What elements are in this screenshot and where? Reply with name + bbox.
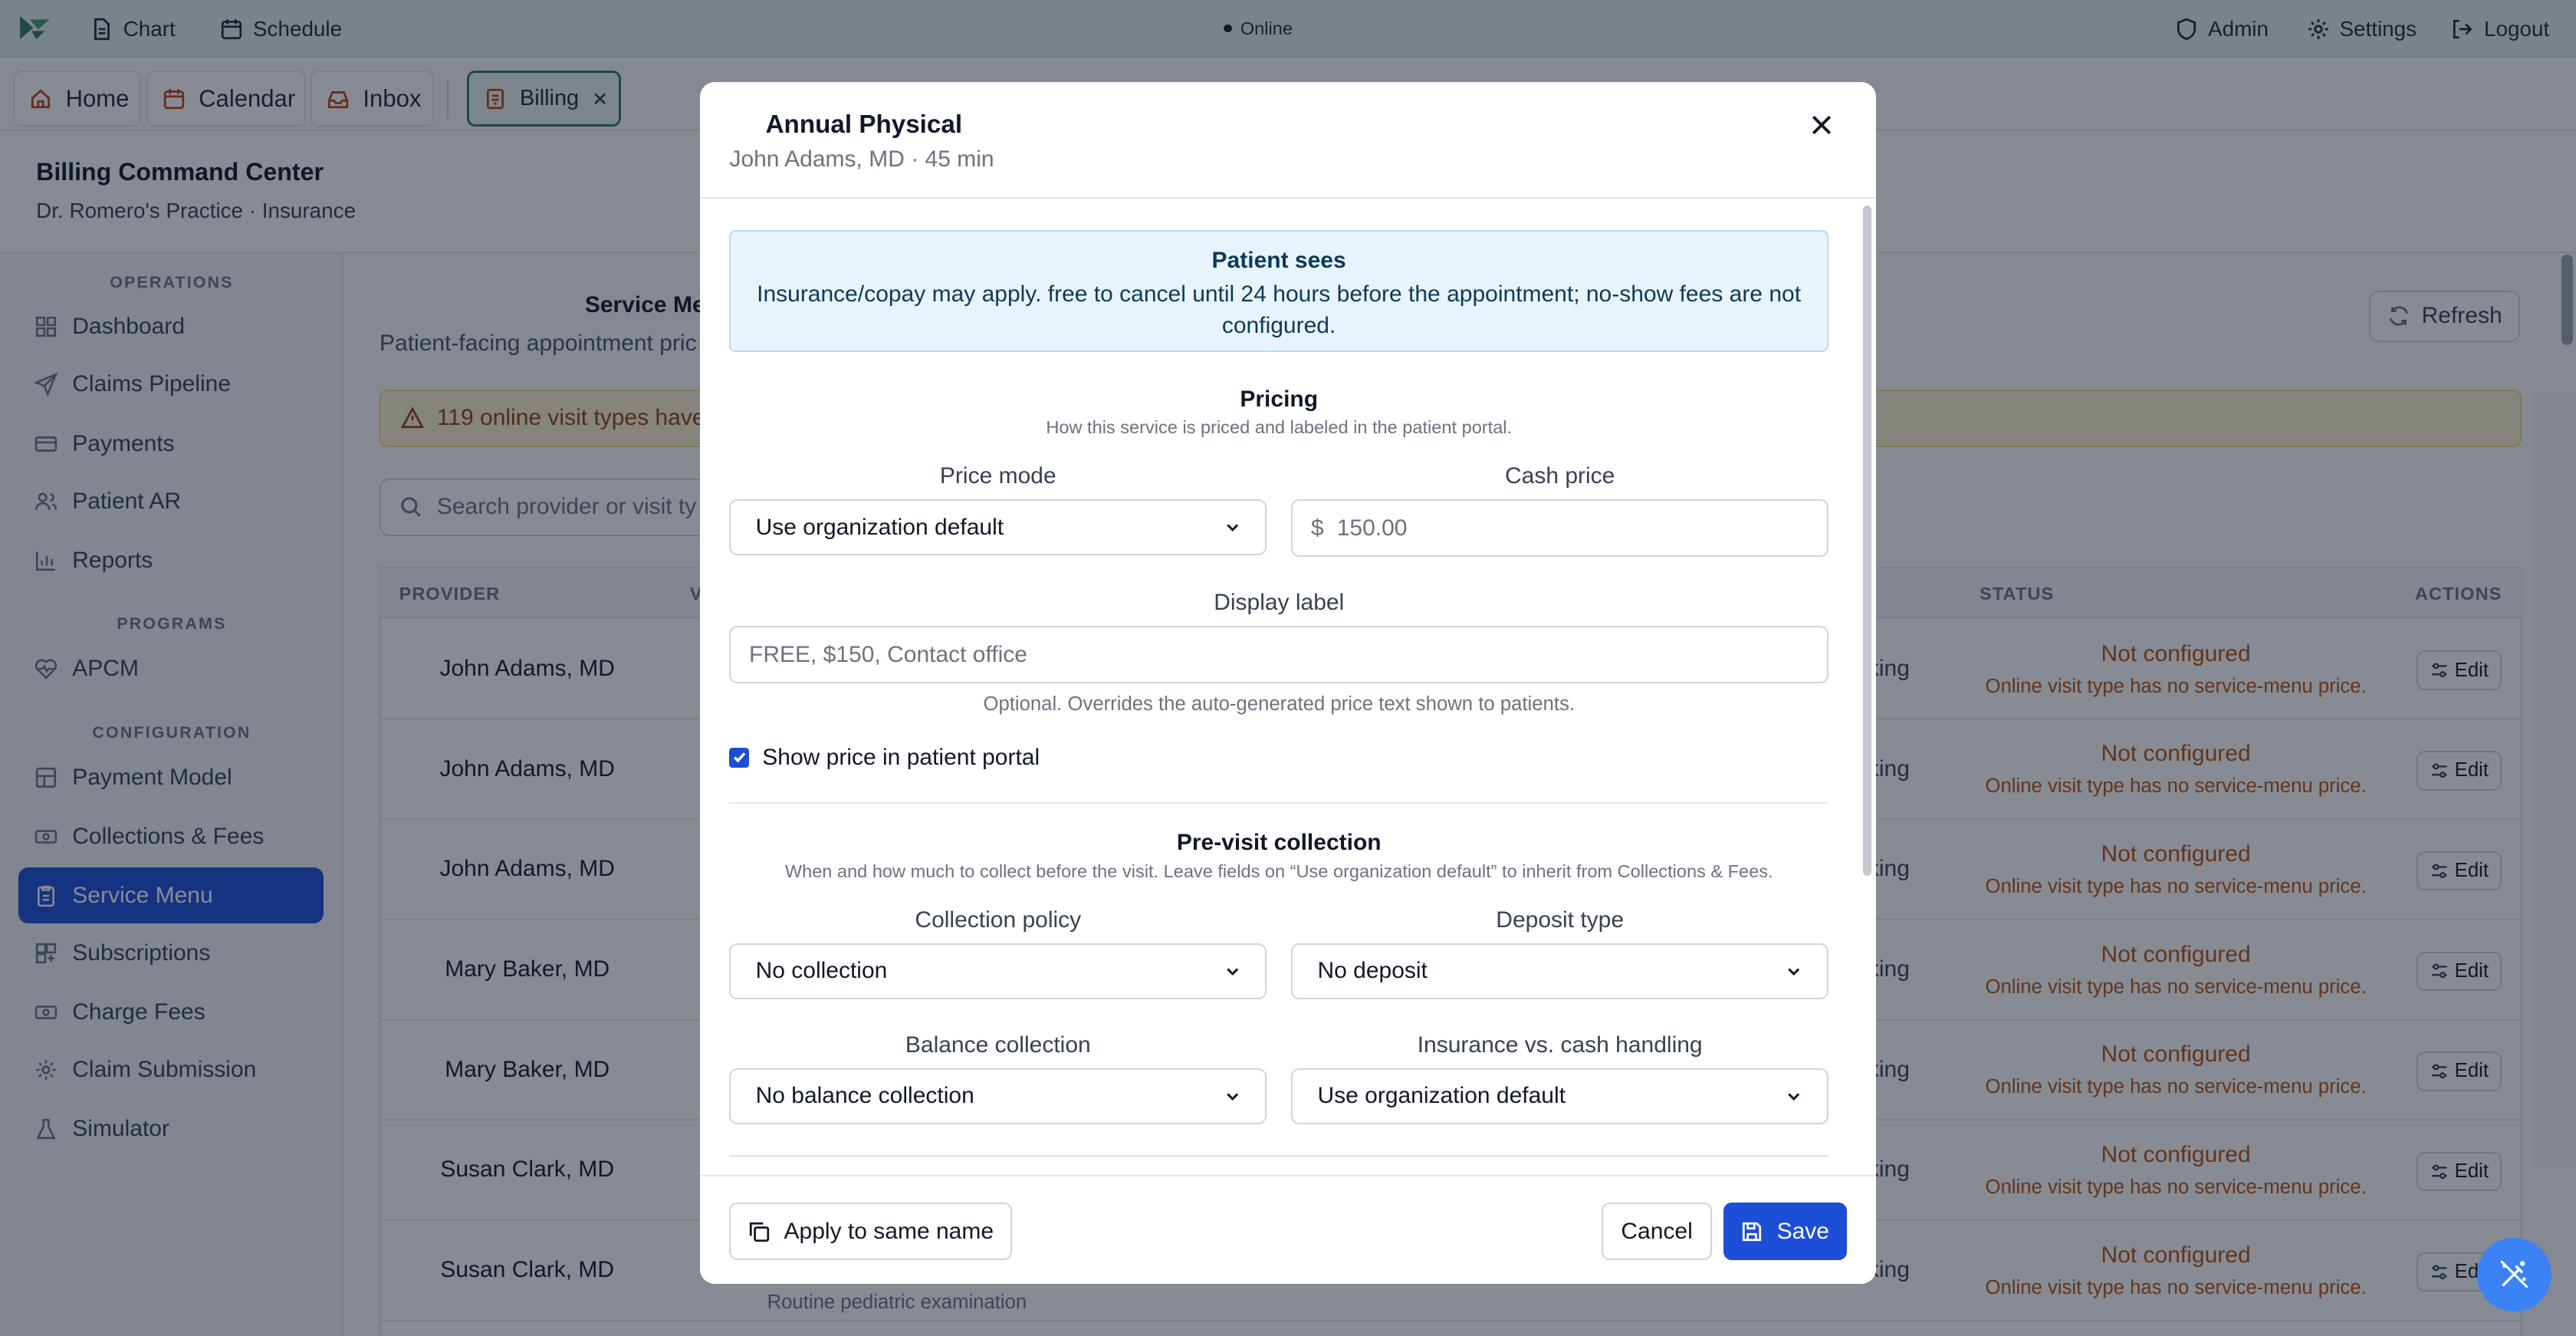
dialog-body: Patient sees Insurance/copay may apply. … <box>700 199 1876 1175</box>
pricing-description: How this service is priced and labeled i… <box>1046 416 1513 437</box>
section-divider <box>729 1155 1829 1157</box>
chevron-down-icon <box>1786 1088 1802 1104</box>
copy-icon <box>748 1220 770 1243</box>
checkbox-checked-icon[interactable] <box>729 747 750 768</box>
currency-symbol: $ <box>1310 515 1324 541</box>
insurance-cash-select[interactable]: Use organization default <box>1291 1068 1829 1124</box>
deposit-type-label: Deposit type <box>1496 907 1625 933</box>
pricing-heading: Pricing <box>1240 386 1319 412</box>
balance-collection-label: Balance collection <box>905 1032 1091 1058</box>
cancel-button[interactable]: Cancel <box>1602 1203 1712 1261</box>
save-button[interactable]: Save <box>1723 1203 1847 1261</box>
deposit-type-select[interactable]: No deposit <box>1291 943 1829 999</box>
patient-sees-panel: Patient sees Insurance/copay may apply. … <box>729 229 1829 352</box>
previsit-description: When and how much to collect before the … <box>784 861 1773 881</box>
pricing-section: Pricing How this service is priced and l… <box>729 387 1829 438</box>
dialog-footer: Apply to same name Cancel Save <box>699 1175 1877 1284</box>
patient-sees-text: Insurance/copay may apply. free to cance… <box>757 281 1802 338</box>
display-label-hint: Optional. Overrides the auto-generated p… <box>983 693 1575 716</box>
section-divider <box>729 801 1829 804</box>
show-price-checkbox[interactable]: Show price in patient portal <box>729 745 1040 771</box>
apply-to-same-name-button[interactable]: Apply to same name <box>729 1203 1013 1261</box>
cash-price-input[interactable]: $ 150.00 <box>1291 499 1829 558</box>
chevron-down-icon <box>1224 519 1240 535</box>
previsit-heading: Pre-visit collection <box>1176 830 1382 856</box>
chevron-down-icon <box>1224 963 1240 979</box>
dialog-title: Annual Physical <box>765 110 963 139</box>
previsit-section: Pre-visit collection When and how much t… <box>729 830 1829 881</box>
balance-collection-select[interactable]: No balance collection <box>729 1068 1267 1124</box>
magic-wand-button[interactable] <box>2477 1237 2551 1312</box>
dialog-scrollbar[interactable] <box>1863 205 1871 877</box>
magic-wand-icon <box>2498 1258 2531 1291</box>
save-icon <box>1740 1220 1763 1243</box>
dialog-subtitle: John Adams, MD · 45 min <box>729 146 994 172</box>
chevron-down-icon <box>1786 963 1802 979</box>
edit-service-dialog: Annual Physical John Adams, MD · 45 min … <box>699 82 1877 1284</box>
display-label-label: Display label <box>1214 590 1345 616</box>
collection-policy-label: Collection policy <box>915 907 1082 933</box>
price-mode-select[interactable]: Use organization default <box>729 499 1267 556</box>
price-mode-label: Price mode <box>939 463 1056 489</box>
chevron-down-icon <box>1224 1088 1240 1104</box>
dialog-header: Annual Physical John Adams, MD · 45 min <box>699 82 1877 199</box>
display-label-input[interactable]: FREE, $150, Contact office <box>729 626 1829 684</box>
cash-price-label: Cash price <box>1504 463 1615 489</box>
insurance-cash-label: Insurance vs. cash handling <box>1417 1032 1703 1058</box>
collection-policy-select[interactable]: No collection <box>729 943 1267 999</box>
patient-sees-heading: Patient sees <box>1211 248 1346 274</box>
close-icon[interactable] <box>1810 114 1833 137</box>
